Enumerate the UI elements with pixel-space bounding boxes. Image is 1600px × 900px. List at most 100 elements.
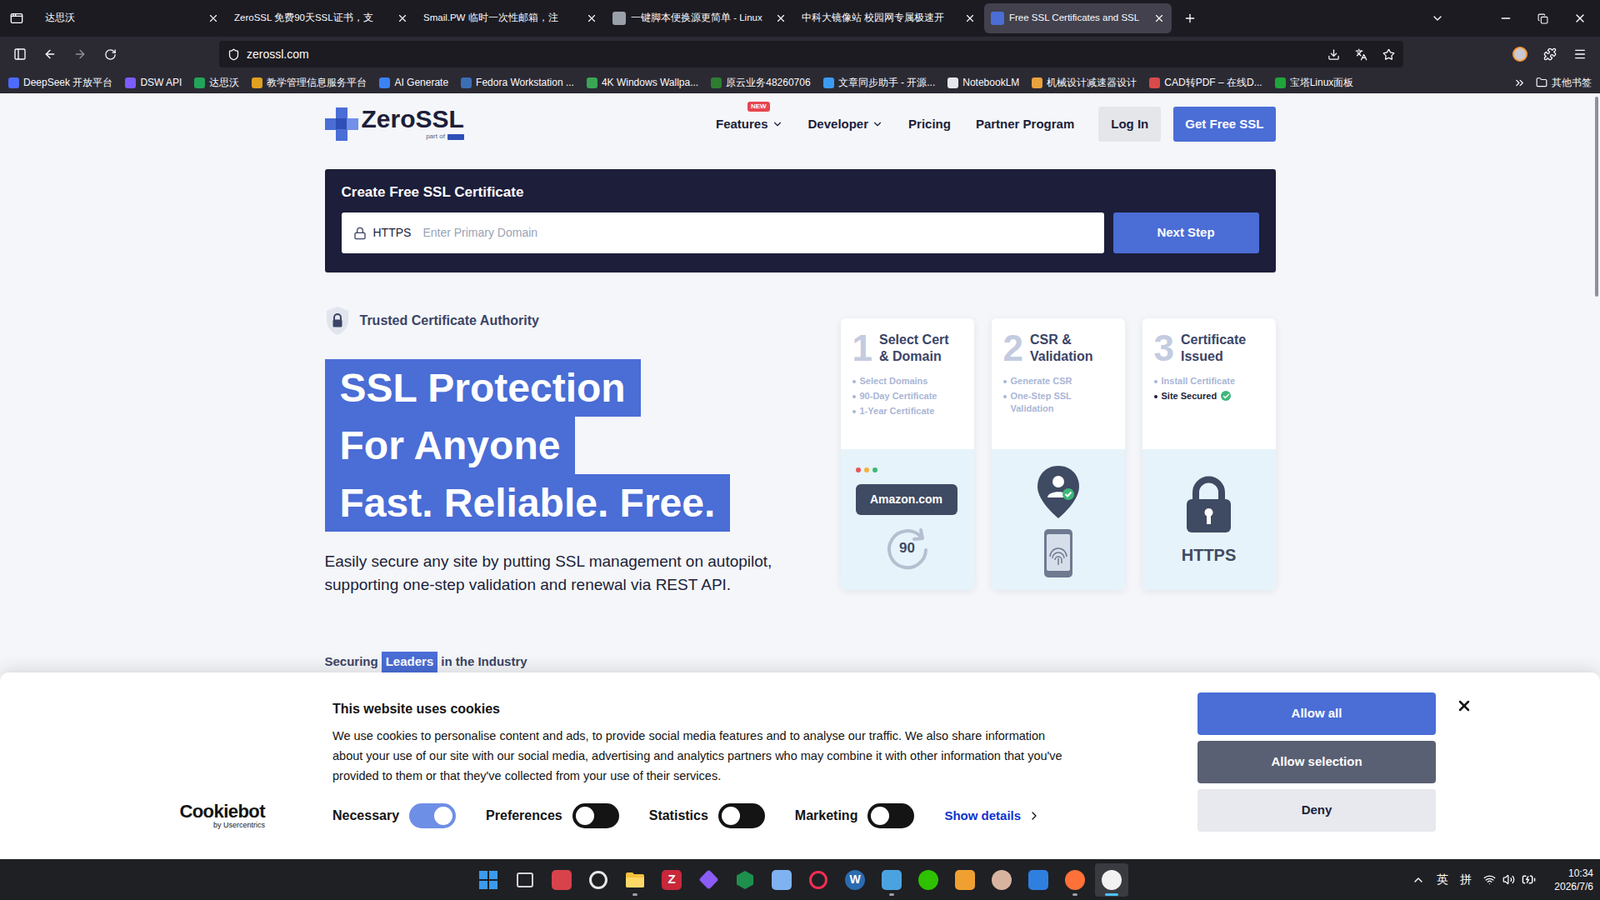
taskbar-app[interactable] <box>581 863 615 897</box>
input-language[interactable]: 英 <box>1436 870 1449 889</box>
app-icon <box>735 870 755 890</box>
hidden-icons-icon[interactable] <box>1411 873 1425 887</box>
cookie-button[interactable]: Allow selection <box>1197 740 1436 784</box>
nav-item[interactable]: NEWFeatures <box>715 115 784 135</box>
toggle-switch[interactable] <box>718 803 765 829</box>
reload-button[interactable] <box>96 40 124 68</box>
close-banner-icon[interactable] <box>1455 697 1473 715</box>
firefox-account-icon <box>1512 46 1528 62</box>
list-tabs-button[interactable] <box>3 5 30 32</box>
close-window-icon[interactable] <box>1573 11 1587 25</box>
cookie-button[interactable]: Allow all <box>1197 692 1436 735</box>
toggle-switch[interactable] <box>572 803 620 829</box>
taskbar-app[interactable] <box>1058 863 1092 897</box>
battery-icon[interactable] <box>1521 872 1536 887</box>
tab-favicon <box>990 11 1005 25</box>
scrollbar-thumb[interactable] <box>1595 96 1599 297</box>
url-bar[interactable]: zerossl.com <box>219 40 1404 68</box>
bookmark-item[interactable]: 教学管理信息服务平台 <box>251 75 367 90</box>
close-tab-icon[interactable] <box>585 12 598 25</box>
taskbar-app[interactable] <box>508 863 542 897</box>
taskbar-app[interactable] <box>691 863 725 897</box>
site-header: ZeroSSLpart of NEWFeatures Developer Pricin… <box>325 93 1276 142</box>
browser-tab[interactable]: Smail.PW 临时一次性邮箱，注 <box>416 3 605 34</box>
close-tab-icon[interactable] <box>1153 12 1165 25</box>
taskbar-app[interactable] <box>545 863 579 897</box>
site-logo[interactable]: ZeroSSLpart of <box>325 106 465 142</box>
wifi-icon[interactable] <box>1483 873 1496 886</box>
close-tab-icon[interactable] <box>964 12 976 25</box>
taskbar-app[interactable] <box>1021 863 1055 897</box>
cookie-button[interactable]: Deny <box>1197 789 1436 832</box>
bookmark-item[interactable]: 原云业务48260706 <box>710 75 810 90</box>
login-button[interactable]: Log In <box>1098 106 1161 142</box>
browser-tab[interactable]: 中科大镜像站 校园网专属极速开 <box>795 3 983 34</box>
close-tab-icon[interactable] <box>396 12 409 25</box>
bookmark-item[interactable]: 宝塔Linux面板 <box>1275 75 1355 90</box>
volume-icon[interactable] <box>1502 873 1515 886</box>
back-button[interactable] <box>36 40 64 68</box>
taskbar-app[interactable] <box>471 863 505 897</box>
taskbar-app[interactable]: W <box>838 863 872 897</box>
bookmark-item[interactable]: 4K Windows Wallpa... <box>586 75 699 90</box>
bookmark-item[interactable]: 机械设计减速器设计 <box>1031 75 1137 90</box>
tab-title: 达思沃 <box>45 10 203 25</box>
minimize-icon[interactable] <box>1499 11 1513 25</box>
desktop-screen: 达思沃 ZeroSSL 免费90天SSL证书，支Smail.PW 临时一次性邮箱，… <box>0 0 1600 900</box>
bookmark-item[interactable]: AI Generate <box>379 75 449 90</box>
step-card: 2CSR &ValidationGenerate CSROne-Step SSL… <box>991 318 1125 590</box>
taskbar-app[interactable] <box>911 863 945 897</box>
taskbar-app[interactable] <box>728 863 762 897</box>
step-title: CertificateIssued <box>1180 331 1246 365</box>
bookmark-item[interactable]: Fedora Workstation ... <box>460 75 575 90</box>
sidebar-button[interactable] <box>6 40 34 68</box>
dropdown-icon <box>871 118 884 130</box>
get-free-ssl-button[interactable]: Get Free SSL <box>1173 106 1275 142</box>
toggle-switch[interactable] <box>867 803 915 829</box>
nav-item[interactable]: Partner Program <box>975 115 1075 135</box>
close-tab-icon[interactable] <box>207 12 220 25</box>
step-item: 1-Year Certificate <box>852 405 963 418</box>
taskbar-app[interactable]: Z <box>655 863 689 897</box>
bookmark-item[interactable]: NotebookLM <box>947 75 1020 90</box>
taskbar-app[interactable] <box>875 863 909 897</box>
taskbar-app[interactable] <box>618 863 652 897</box>
taskbar-app[interactable] <box>765 863 799 897</box>
show-details-link[interactable]: Show details <box>944 806 1041 826</box>
parent-logo-icon <box>447 134 465 140</box>
bookmark-item[interactable]: 文章同步助手 - 开源... <box>823 75 936 90</box>
forward-button[interactable] <box>66 40 94 68</box>
browser-tab[interactable]: ZeroSSL 免费90天SSL证书，支 <box>227 3 415 34</box>
translate-icon[interactable] <box>1355 48 1368 61</box>
other-bookmarks[interactable]: 其他书签 <box>1535 75 1592 90</box>
next-step-button[interactable]: Next Step <box>1113 212 1260 254</box>
app-icon <box>1065 870 1085 890</box>
browser-tab[interactable]: 一键脚本便换源更简单 - Linux <box>605 3 794 34</box>
close-tab-icon[interactable] <box>775 12 787 25</box>
domain-input[interactable] <box>422 224 1092 242</box>
browser-tab[interactable]: Free SSL Certificates and SSL <box>984 3 1172 34</box>
bookmark-item[interactable]: DeepSeek 开放平台 <box>8 75 113 90</box>
bookmark-star-icon[interactable] <box>1382 48 1395 61</box>
bookmark-item[interactable]: CAD转PDF – 在线D... <box>1149 75 1262 90</box>
menu-button[interactable] <box>1566 40 1594 68</box>
bookmark-item[interactable]: DSW API <box>125 75 182 90</box>
bookmark-item[interactable]: 达思沃 <box>194 75 240 90</box>
taskbar-app[interactable] <box>801 863 835 897</box>
screenshot-icon[interactable] <box>1327 48 1340 61</box>
taskbar-app[interactable] <box>948 863 982 897</box>
tab-menu-icon[interactable] <box>1430 11 1445 25</box>
nav-item[interactable]: Pricing <box>908 115 951 135</box>
restore-icon[interactable] <box>1537 13 1549 25</box>
ime-mode[interactable]: 拼 <box>1460 870 1472 889</box>
new-tab-button[interactable] <box>1176 5 1204 32</box>
more-bookmarks-icon[interactable] <box>1513 76 1526 90</box>
nav-item[interactable]: Developer <box>808 115 885 135</box>
extensions-button[interactable] <box>1536 40 1564 68</box>
taskbar-app[interactable] <box>1095 863 1129 897</box>
clock[interactable]: 10:342026/7/6 <box>1547 866 1594 894</box>
shield-icon <box>227 48 240 61</box>
account-button[interactable] <box>1506 40 1534 68</box>
taskbar-app[interactable] <box>985 863 1019 897</box>
browser-tab[interactable]: 达思沃 <box>38 3 226 34</box>
